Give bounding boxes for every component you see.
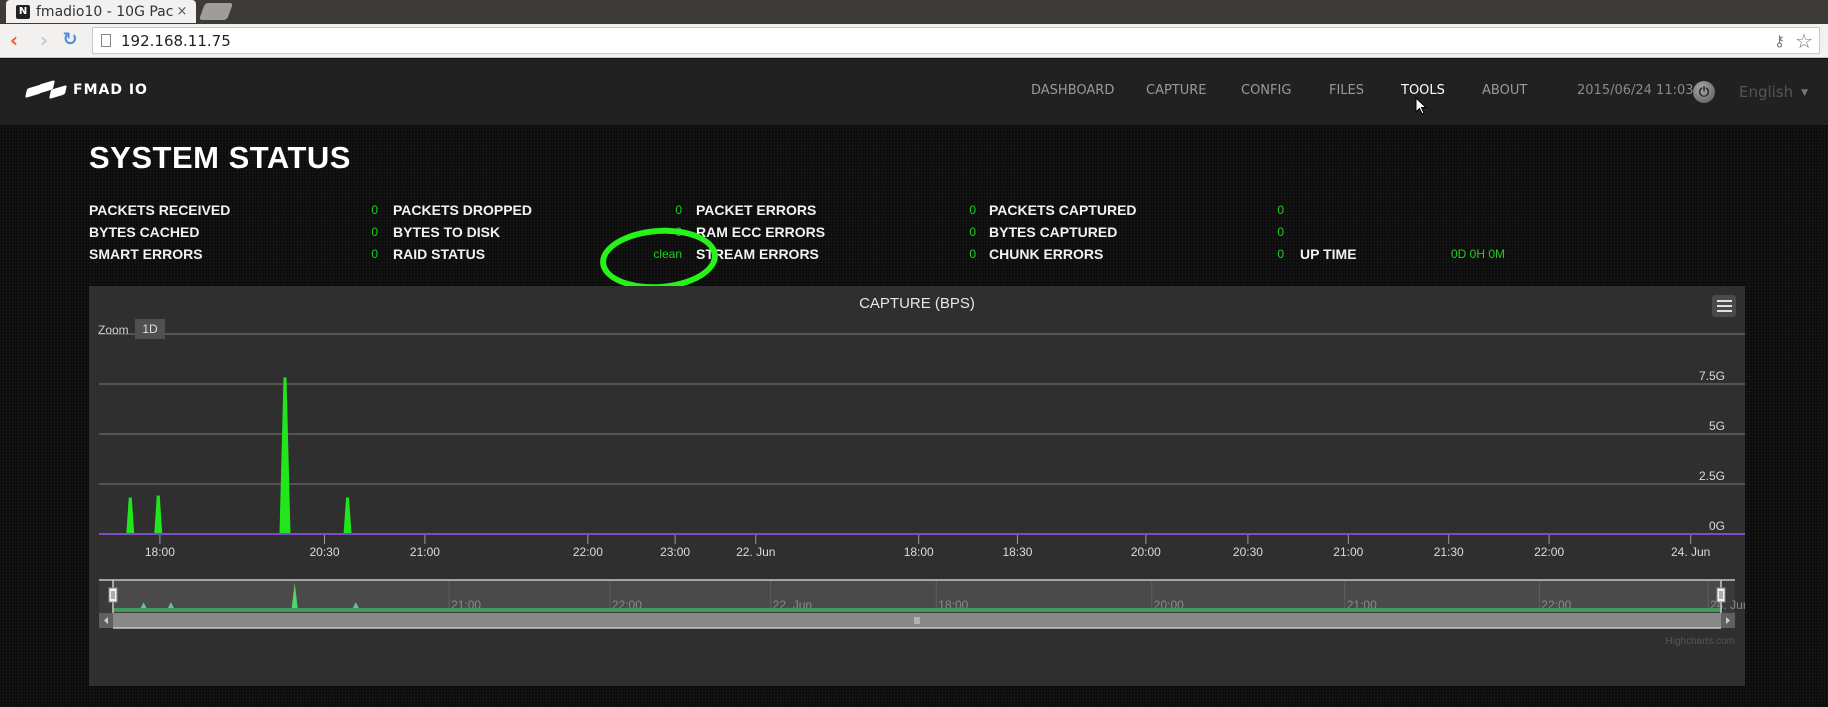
page-title: SYSTEM STATUS: [89, 140, 351, 175]
address-bar[interactable]: 192.168.11.75 ⚷ ☆: [92, 27, 1820, 54]
stat-value-bytes-captured: 0: [1277, 225, 1284, 239]
x-tick-label: 22. Jun: [736, 545, 775, 559]
navigator-series-base: [113, 608, 1721, 612]
data-spike: [154, 495, 163, 535]
x-tick-label: 20:00: [1131, 545, 1161, 559]
navigator-handle[interactable]: [108, 587, 118, 603]
stat-value-stream-errors: 0: [969, 247, 976, 261]
stat-value-ram-ecc-errors: 0: [969, 225, 976, 239]
chart-menu-icon[interactable]: [1712, 295, 1736, 317]
x-tick-label: 21:30: [1434, 545, 1464, 559]
stat-label-stream-errors: STREAM ERRORS: [696, 246, 819, 262]
nav-dashboard[interactable]: DASHBOARD: [1031, 83, 1114, 98]
nav-files[interactable]: FILES: [1329, 83, 1364, 98]
language-select[interactable]: English ▼: [1739, 83, 1808, 101]
data-spike: [343, 497, 352, 535]
x-tick-label: 23:00: [660, 545, 690, 559]
browser-tab-strip: N fmadio10 - 10G Pack ×: [0, 0, 1828, 24]
chart-title: CAPTURE (BPS): [859, 295, 975, 312]
stat-label-bytes-captured: BYTES CAPTURED: [989, 224, 1118, 240]
page-icon: [101, 34, 111, 47]
mouse-cursor-icon: [1415, 97, 1427, 115]
nav-capture[interactable]: CAPTURE: [1146, 83, 1207, 98]
stat-value-packets-received: 0: [371, 203, 378, 217]
stat-label-ram-ecc-errors: RAM ECC ERRORS: [696, 224, 826, 240]
x-tick-label: 18:00: [904, 545, 934, 559]
stat-label-bytes-cached: BYTES CACHED: [89, 224, 200, 240]
stat-label-smart-errors: SMART ERRORS: [89, 246, 203, 262]
main-content: SYSTEM STATUS PACKETS RECEIVED 0 PACKETS…: [0, 125, 1828, 707]
x-tick-label: 20:30: [309, 545, 339, 559]
key-icon[interactable]: ⚷: [1774, 32, 1785, 50]
nav-config[interactable]: CONFIG: [1241, 83, 1291, 98]
stat-value-packets-captured: 0: [1277, 203, 1284, 217]
browser-toolbar: ‹ › ↻ 192.168.11.75 ⚷ ☆: [0, 24, 1828, 58]
current-datetime: 2015/06/24 11:03: [1577, 83, 1694, 98]
back-arrow-icon[interactable]: ‹: [4, 30, 24, 52]
tab-close-icon[interactable]: ×: [174, 4, 190, 19]
x-tick-label: 21:00: [1333, 545, 1363, 559]
data-spike: [279, 377, 291, 535]
stat-value-packet-errors: 0: [969, 203, 976, 217]
stat-value-raid-status: clean: [653, 247, 682, 261]
y-tick-label: 2.5G: [1699, 469, 1725, 483]
zoom-1d-button[interactable]: 1D: [135, 319, 165, 339]
bookmark-star-icon[interactable]: ☆: [1795, 29, 1813, 53]
y-tick-label: 7.5G: [1699, 369, 1725, 383]
chart-canvas: 0G 2.5G 5G 7.5G 18:00 20:30 21:00 22:00 23:00 22.…: [99, 333, 1745, 647]
language-label: English: [1739, 83, 1794, 101]
stat-value-chunk-errors: 0: [1277, 247, 1284, 261]
x-tick-label: 22:00: [1534, 545, 1564, 559]
capture-chart: 0G 2.5G 5G 7.5G 18:00 20:30 21:00 22:00 23:00 22.…: [89, 286, 1745, 686]
x-tick-label: 22:00: [573, 545, 603, 559]
browser-tab[interactable]: N fmadio10 - 10G Pack ×: [6, 0, 196, 23]
stat-label-up-time: UP TIME: [1300, 246, 1357, 262]
x-tick-label: 21:00: [410, 545, 440, 559]
power-icon[interactable]: ⏻: [1693, 81, 1715, 103]
stat-label-bytes-to-disk: BYTES TO DISK: [393, 224, 501, 240]
stat-label-packets-dropped: PACKETS DROPPED: [393, 202, 532, 218]
y-tick-label: 0G: [1709, 519, 1725, 533]
navigator-handle[interactable]: [1716, 587, 1726, 603]
stat-value-smart-errors: 0: [371, 247, 378, 261]
caret-down-icon: ▼: [1801, 87, 1809, 98]
x-tick-label: 18:30: [1002, 545, 1032, 559]
app-navbar: FMAD IO DASHBOARD CAPTURE CONFIG FILES T…: [0, 59, 1828, 125]
site-favicon-icon: N: [16, 4, 30, 19]
stat-value-up-time: 0D 0H 0M: [1450, 247, 1505, 261]
x-tick-label: 18:00: [145, 545, 175, 559]
data-spike: [126, 497, 135, 535]
x-tick-label: 24. Jun: [1671, 545, 1710, 559]
zoom-label: Zoom: [98, 323, 129, 337]
stat-label-packets-received: PACKETS RECEIVED: [89, 202, 231, 218]
stat-value-packets-dropped: 0: [675, 203, 682, 217]
forward-arrow-icon[interactable]: ›: [34, 30, 54, 52]
stat-label-packets-captured: PACKETS CAPTURED: [989, 202, 1137, 218]
reload-icon[interactable]: ↻: [60, 30, 80, 52]
new-tab-button[interactable]: [198, 3, 234, 20]
stat-value-bytes-cached: 0: [371, 225, 378, 239]
stat-label-raid-status: RAID STATUS: [393, 246, 486, 262]
x-tick-label: 20:30: [1233, 545, 1263, 559]
url-text: 192.168.11.75: [121, 31, 231, 50]
stat-value-bytes-to-disk: 0: [675, 225, 682, 239]
stat-label-packet-errors: PACKET ERRORS: [696, 202, 817, 218]
nav-about[interactable]: ABOUT: [1482, 83, 1527, 98]
stat-label-chunk-errors: CHUNK ERRORS: [989, 246, 1104, 262]
nav-tools[interactable]: TOOLS: [1401, 83, 1445, 98]
tab-title: fmadio10 - 10G Pack: [36, 3, 174, 20]
highcharts-credits[interactable]: Highcharts.com: [1666, 636, 1735, 647]
y-tick-label: 5G: [1709, 419, 1725, 433]
nav-menu: DASHBOARD CAPTURE CONFIG FILES TOOLS ABO…: [0, 83, 1828, 103]
